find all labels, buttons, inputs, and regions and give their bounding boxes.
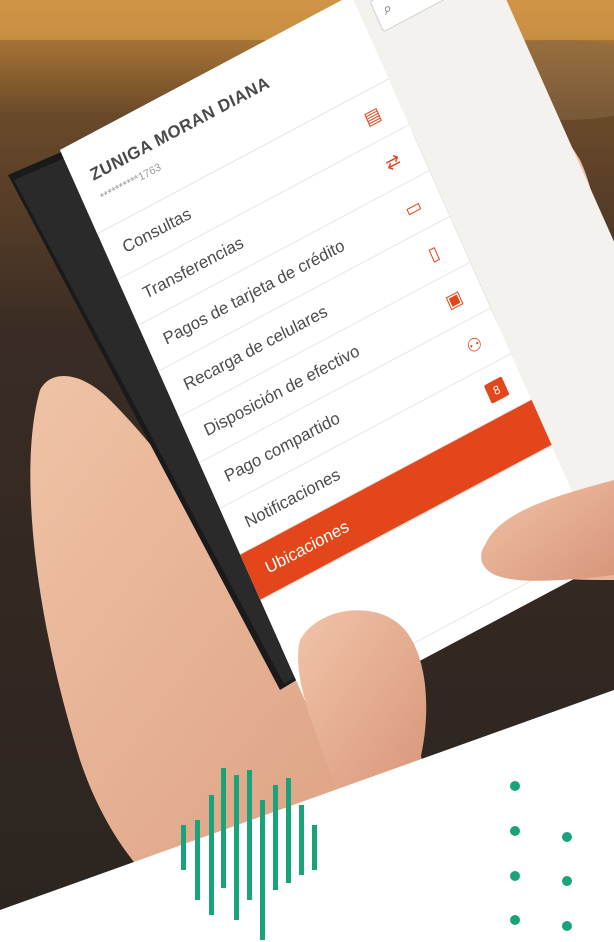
wave-bar (221, 768, 226, 888)
dot (510, 781, 520, 791)
wave-bar (209, 795, 214, 915)
wave-bar (247, 770, 252, 900)
dot (510, 871, 520, 881)
wave-bar (273, 785, 278, 890)
photo-scene: ≡ ⌕ ZUNIGA MORAN DIANA **********1763 Co… (0, 0, 614, 942)
dot (510, 826, 520, 836)
wave-bar (312, 825, 317, 870)
dot (562, 832, 572, 842)
dot (510, 915, 520, 925)
dot (562, 876, 572, 886)
decorative-wedge (0, 690, 614, 942)
wave-bar (195, 820, 200, 900)
wave-bar (286, 778, 291, 883)
wave-bar (234, 775, 239, 920)
wave-bar (181, 825, 186, 870)
wave-bar (260, 800, 265, 940)
wave-bar (299, 805, 304, 875)
dot (562, 921, 572, 931)
